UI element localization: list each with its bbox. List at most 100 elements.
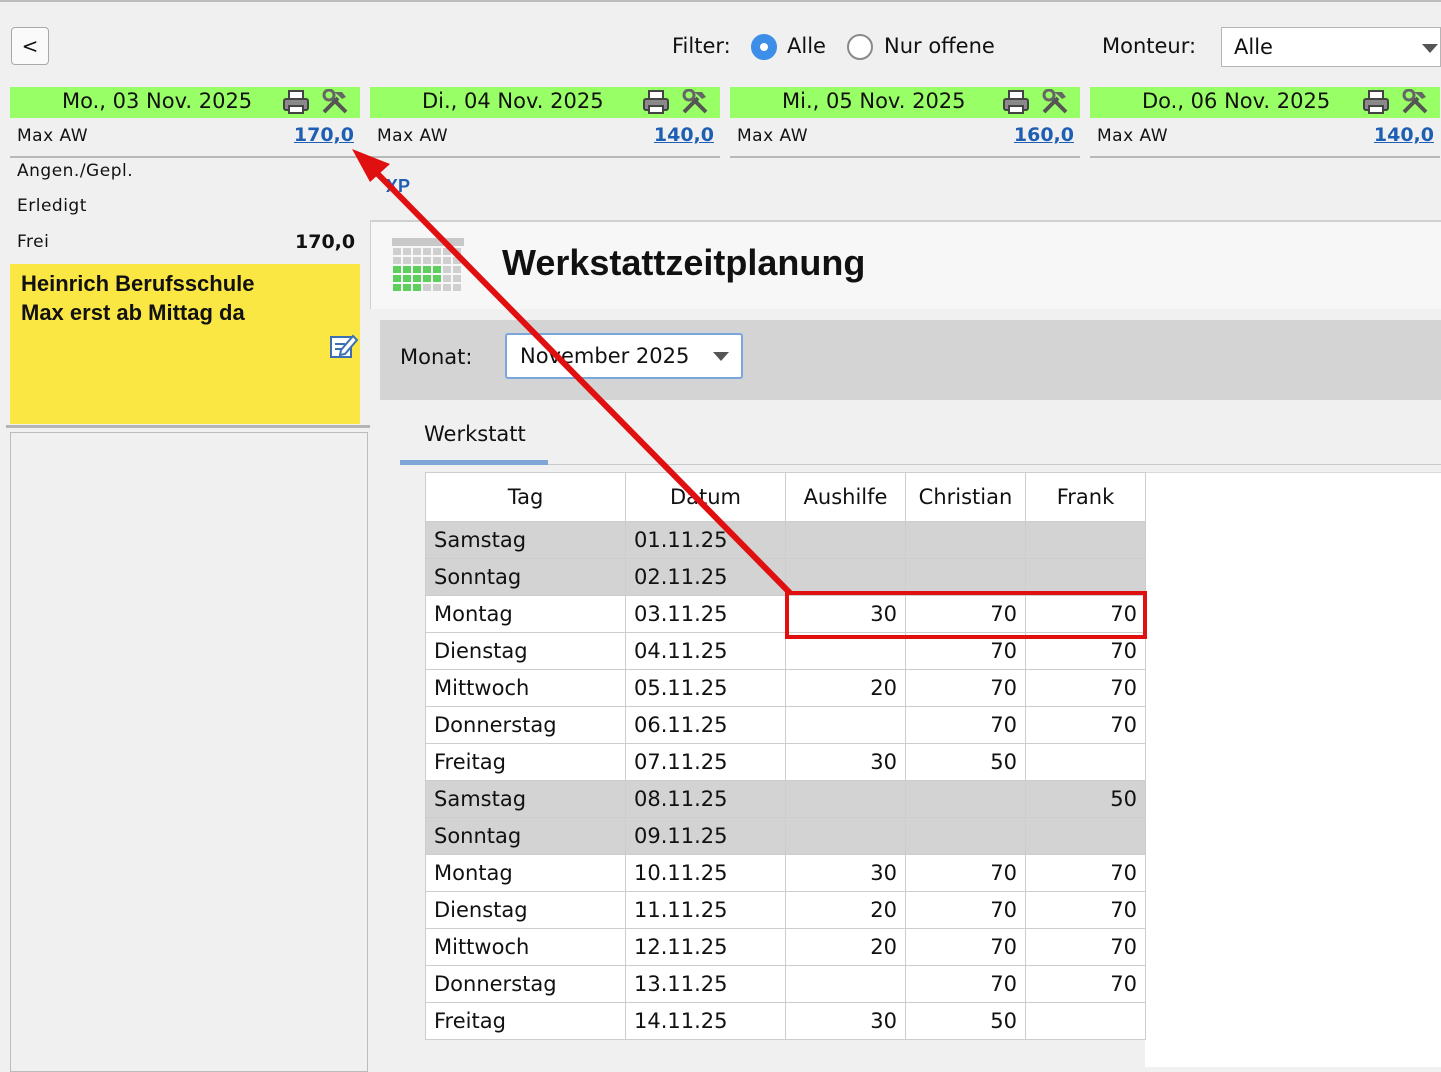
cell-tag[interactable]: Montag — [425, 854, 626, 892]
cell-aushilfe[interactable] — [785, 780, 906, 818]
column-header-tag[interactable]: Tag — [425, 472, 626, 522]
cell-aushilfe[interactable] — [785, 521, 906, 559]
max-aw-value-link[interactable]: 170,0 — [294, 124, 354, 146]
table-row[interactable]: Dienstag 11.11.25 20 70 70 — [425, 891, 1146, 929]
cell-frank[interactable]: 70 — [1025, 928, 1146, 966]
day-note[interactable]: Heinrich Berufsschule Max erst ab Mittag… — [10, 264, 360, 424]
tools-icon[interactable] — [680, 89, 710, 115]
table-row[interactable]: Montag 03.11.25 30 70 70 — [425, 595, 1146, 633]
cell-christian[interactable]: 70 — [905, 965, 1026, 1003]
day-header-1[interactable]: Di., 04 Nov. 2025 — [370, 87, 720, 118]
cell-christian[interactable] — [905, 558, 1026, 596]
cell-christian[interactable]: 70 — [905, 706, 1026, 744]
tools-icon[interactable] — [1400, 89, 1430, 115]
cell-datum[interactable]: 03.11.25 — [625, 595, 786, 633]
cell-aushilfe[interactable] — [785, 706, 906, 744]
table-row[interactable]: Dienstag 04.11.25 70 70 — [425, 632, 1146, 670]
table-row[interactable]: Donnerstag 06.11.25 70 70 — [425, 706, 1146, 744]
month-select[interactable]: November 2025 — [505, 333, 743, 379]
print-icon[interactable] — [642, 90, 670, 114]
cell-datum[interactable]: 07.11.25 — [625, 743, 786, 781]
cell-christian[interactable] — [905, 780, 1026, 818]
cell-christian[interactable]: 70 — [905, 928, 1026, 966]
table-row[interactable]: Sonntag 09.11.25 — [425, 817, 1146, 855]
column-header-frank[interactable]: Frank — [1025, 472, 1146, 522]
tools-icon[interactable] — [320, 89, 350, 115]
cell-christian[interactable]: 50 — [905, 1002, 1026, 1040]
cell-frank[interactable]: 70 — [1025, 706, 1146, 744]
cell-christian[interactable] — [905, 521, 1026, 559]
cell-datum[interactable]: 10.11.25 — [625, 854, 786, 892]
cell-frank[interactable]: 70 — [1025, 965, 1146, 1003]
cell-tag[interactable]: Dienstag — [425, 632, 626, 670]
cell-frank[interactable]: 70 — [1025, 854, 1146, 892]
cell-tag[interactable]: Freitag — [425, 743, 626, 781]
cell-frank[interactable]: 70 — [1025, 891, 1146, 929]
cell-datum[interactable]: 11.11.25 — [625, 891, 786, 929]
cell-aushilfe[interactable] — [785, 817, 906, 855]
table-row[interactable]: Samstag 08.11.25 50 — [425, 780, 1146, 818]
cell-tag[interactable]: Donnerstag — [425, 965, 626, 1003]
cell-tag[interactable]: Sonntag — [425, 817, 626, 855]
cell-aushilfe[interactable]: 30 — [785, 595, 906, 633]
day-header-0[interactable]: Mo., 03 Nov. 2025 — [10, 87, 360, 118]
tab-werkstatt[interactable]: Werkstatt — [424, 422, 526, 446]
cell-frank[interactable]: 70 — [1025, 632, 1146, 670]
column-header-christian[interactable]: Christian — [905, 472, 1026, 522]
cell-frank[interactable] — [1025, 743, 1146, 781]
cell-frank[interactable] — [1025, 521, 1146, 559]
cell-datum[interactable]: 13.11.25 — [625, 965, 786, 1003]
cell-christian[interactable]: 70 — [905, 891, 1026, 929]
cell-tag[interactable]: Mittwoch — [425, 928, 626, 966]
cell-christian[interactable]: 70 — [905, 632, 1026, 670]
cell-tag[interactable]: Samstag — [425, 780, 626, 818]
filter-option-alle-label[interactable]: Alle — [787, 34, 826, 58]
filter-option-nur-offene-label[interactable]: Nur offene — [884, 34, 995, 58]
cell-datum[interactable]: 04.11.25 — [625, 632, 786, 670]
cell-tag[interactable]: Freitag — [425, 1002, 626, 1040]
cell-aushilfe[interactable] — [785, 558, 906, 596]
cell-datum[interactable]: 14.11.25 — [625, 1002, 786, 1040]
day-header-2[interactable]: Mi., 05 Nov. 2025 — [730, 87, 1080, 118]
print-icon[interactable] — [282, 90, 310, 114]
cell-datum[interactable]: 08.11.25 — [625, 780, 786, 818]
cell-tag[interactable]: Dienstag — [425, 891, 626, 929]
max-aw-value-link[interactable]: 140,0 — [1374, 124, 1434, 146]
filter-radio-alle[interactable] — [751, 34, 777, 60]
cell-tag[interactable]: Samstag — [425, 521, 626, 559]
tools-icon[interactable] — [1040, 89, 1070, 115]
cell-datum[interactable]: 09.11.25 — [625, 817, 786, 855]
table-row[interactable]: Montag 10.11.25 30 70 70 — [425, 854, 1146, 892]
cell-datum[interactable]: 05.11.25 — [625, 669, 786, 707]
cell-christian[interactable]: 70 — [905, 595, 1026, 633]
table-row[interactable]: Freitag 14.11.25 30 50 — [425, 1002, 1146, 1040]
cell-datum[interactable]: 12.11.25 — [625, 928, 786, 966]
day-header-3[interactable]: Do., 06 Nov. 2025 — [1090, 87, 1440, 118]
table-row[interactable]: Mittwoch 12.11.25 20 70 70 — [425, 928, 1146, 966]
back-button[interactable]: < — [11, 27, 49, 65]
cell-frank[interactable]: 50 — [1025, 780, 1146, 818]
column-header-aushilfe[interactable]: Aushilfe — [785, 472, 906, 522]
cell-frank[interactable] — [1025, 558, 1146, 596]
table-row[interactable]: Sonntag 02.11.25 — [425, 558, 1146, 596]
table-row[interactable]: Freitag 07.11.25 30 50 — [425, 743, 1146, 781]
cell-christian[interactable]: 70 — [905, 669, 1026, 707]
cell-frank[interactable] — [1025, 817, 1146, 855]
column-header-datum[interactable]: Datum — [625, 472, 786, 522]
table-row[interactable]: Donnerstag 13.11.25 70 70 — [425, 965, 1146, 1003]
cell-tag[interactable]: Sonntag — [425, 558, 626, 596]
print-icon[interactable] — [1362, 90, 1390, 114]
filter-radio-nur-offene[interactable] — [847, 34, 873, 60]
cell-aushilfe[interactable] — [785, 632, 906, 670]
cell-aushilfe[interactable]: 30 — [785, 743, 906, 781]
cell-tag[interactable]: Mittwoch — [425, 669, 626, 707]
cell-datum[interactable]: 06.11.25 — [625, 706, 786, 744]
cell-aushilfe[interactable]: 30 — [785, 1002, 906, 1040]
cell-tag[interactable]: Montag — [425, 595, 626, 633]
cell-datum[interactable]: 02.11.25 — [625, 558, 786, 596]
cell-christian[interactable]: 50 — [905, 743, 1026, 781]
table-row[interactable]: Mittwoch 05.11.25 20 70 70 — [425, 669, 1146, 707]
cell-tag[interactable]: Donnerstag — [425, 706, 626, 744]
cell-aushilfe[interactable]: 20 — [785, 928, 906, 966]
max-aw-value-link[interactable]: 140,0 — [654, 124, 714, 146]
